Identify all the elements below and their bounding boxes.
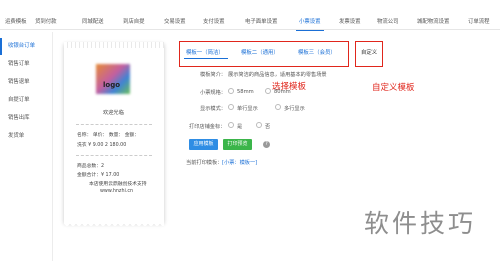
receipt-item-row: 洗衣 ¥ 9.00 2 180.00 bbox=[77, 143, 127, 148]
tab-shipping-template[interactable]: 运费模板 bbox=[5, 16, 27, 28]
display-mode-label: 显示模式： bbox=[200, 106, 226, 112]
receipt-url: www.hnzhi.cn bbox=[100, 189, 134, 194]
receipt-total-amount: 金额合计：¥ 17.00 bbox=[77, 173, 120, 178]
print-mark-yes-label: 是 bbox=[237, 124, 243, 130]
tab-same-city[interactable]: 同城配送 bbox=[82, 16, 104, 28]
custom-template-annotation: 自定义模板 bbox=[372, 83, 415, 93]
receipt-perforation bbox=[64, 42, 164, 48]
receipt-welcome: 欢迎光临 bbox=[103, 110, 124, 116]
select-template-highlight bbox=[179, 41, 349, 67]
tab-waybill-settings[interactable]: 电子面单设置 bbox=[245, 16, 277, 28]
receipt-support-text: 本店使用云鼎融创技术支持 bbox=[89, 182, 147, 187]
multi-line-label: 多行显示 bbox=[284, 106, 305, 112]
tab-invoice-settings[interactable]: 发票设置 bbox=[339, 16, 361, 28]
tab-logistics-company[interactable]: 物流公司 bbox=[377, 16, 399, 28]
tab-payment-settings[interactable]: 支付设置 bbox=[203, 16, 225, 28]
sidebar-item-outbound[interactable]: 销售出库 bbox=[0, 110, 52, 127]
receipt-torn-edge bbox=[64, 218, 164, 226]
tab-self-pickup[interactable]: 到店自提 bbox=[123, 16, 145, 28]
tab-receipt-settings[interactable]: 小票设置 bbox=[296, 16, 324, 31]
tab-order-flow[interactable]: 订单流程 bbox=[468, 16, 490, 28]
current-template-label: 当前打印模板： bbox=[186, 160, 223, 166]
single-line-label: 单行显示 bbox=[237, 106, 258, 112]
multi-line-radio[interactable] bbox=[275, 104, 281, 110]
template-desc-value: 展示简洁的商品信息，适用基本的零售场景 bbox=[228, 72, 327, 78]
width-80mm-label: 80mm bbox=[274, 89, 291, 95]
top-tab-bar: 运费模板 货到付款 同城配送 到店自提 交易设置 支付设置 电子面单设置 小票设… bbox=[0, 0, 500, 31]
tab-trade-settings[interactable]: 交易设置 bbox=[164, 16, 186, 28]
sidebar-item-pos-orders[interactable]: 收银台订单 bbox=[0, 38, 52, 55]
receipt-logo-text: logo bbox=[103, 81, 121, 89]
print-store-mark-label: 打印店铺金标： bbox=[189, 124, 226, 130]
width-58mm-radio[interactable] bbox=[228, 88, 234, 94]
print-mark-yes-radio[interactable] bbox=[228, 122, 234, 128]
custom-template-highlight bbox=[355, 41, 383, 67]
single-line-radio[interactable] bbox=[228, 104, 234, 110]
print-mark-no-radio[interactable] bbox=[256, 122, 262, 128]
tab-cash-on-delivery[interactable]: 货到付款 bbox=[35, 16, 57, 28]
width-80mm-radio[interactable] bbox=[265, 88, 271, 94]
apply-template-button[interactable]: 应用模板 bbox=[189, 139, 218, 150]
current-template-value[interactable]: [小票：模板一] bbox=[222, 159, 257, 166]
sidebar-divider bbox=[52, 32, 53, 261]
help-icon[interactable]: ? bbox=[263, 141, 270, 148]
print-mark-no-label: 否 bbox=[265, 124, 271, 130]
receipt-divider bbox=[76, 155, 152, 156]
sidebar-item-delivery[interactable]: 发货单 bbox=[0, 128, 52, 145]
store-logo-image bbox=[96, 64, 130, 94]
tab-city-logistics[interactable]: 城配物流设置 bbox=[417, 16, 449, 28]
receipt-divider bbox=[76, 124, 152, 125]
sidebar-item-pickup-orders[interactable]: 自提订单 bbox=[0, 92, 52, 109]
template-desc-label: 模板简介： bbox=[200, 72, 226, 78]
width-58mm-label: 58mm bbox=[237, 89, 254, 95]
receipt-width-label: 小票规格： bbox=[200, 90, 226, 96]
receipt-header-row: 名称： 单价： 数量： 金额： bbox=[77, 133, 140, 138]
print-preview-button[interactable]: 打印预览 bbox=[223, 139, 252, 150]
sidebar-item-sales-orders[interactable]: 销售订单 bbox=[0, 56, 52, 73]
sidebar: 收银台订单 销售订单 销售退单 自提订单 销售出库 发货单 bbox=[0, 32, 52, 261]
sidebar-item-sales-returns[interactable]: 销售退单 bbox=[0, 74, 52, 91]
receipt-total-count: 商品总数：2 bbox=[77, 164, 105, 169]
watermark-text: 软件技巧 bbox=[364, 209, 477, 238]
